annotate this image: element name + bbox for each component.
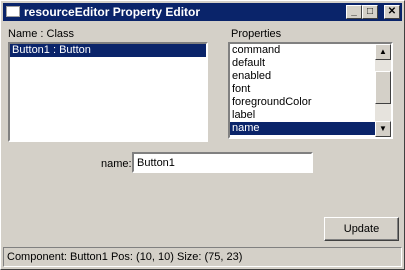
title-bar[interactable]: resourceEditor Property Editor _ □ ✕: [3, 3, 402, 21]
properties-scrollbar[interactable]: ▲ ▼: [375, 44, 391, 137]
name-input[interactable]: [132, 152, 313, 173]
close-button[interactable]: ✕: [384, 5, 400, 19]
property-item-default[interactable]: default: [230, 57, 391, 70]
scroll-down-icon[interactable]: ▼: [375, 121, 391, 137]
component-list-header: Name : Class: [8, 28, 75, 40]
minimize-button[interactable]: _: [346, 5, 362, 19]
properties-list-header: Properties: [231, 28, 282, 40]
update-button[interactable]: Update: [324, 217, 399, 241]
status-bar: Component: Button1 Pos: (10, 10) Size: (…: [3, 247, 402, 267]
maximize-button[interactable]: □: [362, 5, 378, 19]
property-item-label[interactable]: label: [230, 109, 391, 122]
property-item-command[interactable]: command: [230, 44, 391, 57]
name-field-label: name:: [101, 158, 132, 170]
property-editor-window: resourceEditor Property Editor _ □ ✕ Nam…: [0, 0, 405, 270]
property-item-font[interactable]: font: [230, 83, 391, 96]
status-text: Component: Button1 Pos: (10, 10) Size: (…: [7, 251, 243, 263]
scroll-thumb[interactable]: [375, 71, 391, 104]
app-window-icon: [6, 6, 20, 17]
scroll-up-icon[interactable]: ▲: [375, 44, 391, 60]
component-list[interactable]: Button1 : Button: [8, 42, 208, 142]
property-item-foregroundcolor[interactable]: foregroundColor: [230, 96, 391, 109]
property-item-enabled[interactable]: enabled: [230, 70, 391, 83]
property-item-name[interactable]: name: [230, 122, 391, 135]
component-list-item[interactable]: Button1 : Button: [10, 44, 206, 57]
window-title: resourceEditor Property Editor: [24, 5, 201, 19]
properties-list[interactable]: command default enabled font foregroundC…: [228, 42, 393, 139]
